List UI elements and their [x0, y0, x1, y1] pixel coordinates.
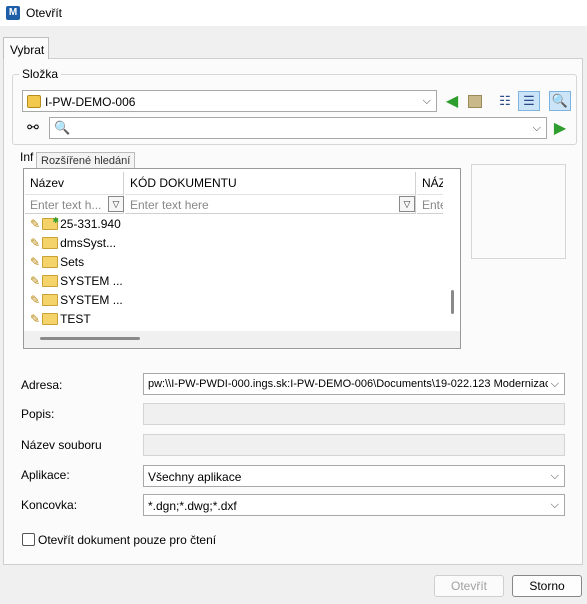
list-item-label: TEST: [60, 311, 91, 326]
filename-label: Název souboru: [21, 438, 102, 452]
filter-placeholder: Enter text h...: [30, 198, 102, 212]
list-item[interactable]: ✎ ✱ 25-331.940: [30, 214, 121, 233]
list-item-label: Sets: [60, 254, 85, 269]
pencil-icon: ✎: [30, 254, 41, 269]
folder-icon: [42, 312, 59, 325]
filter-placeholder: Enter text here: [130, 198, 209, 212]
filter-input-doc-code[interactable]: Enter text here: [125, 194, 416, 214]
preview-pane: [471, 164, 566, 259]
application-value: Všechny aplikace: [148, 470, 242, 484]
pencil-icon: ✎: [30, 235, 41, 250]
pencil-icon: ✎: [30, 273, 41, 288]
list-item[interactable]: ✎ SYSTEM ...: [30, 290, 123, 309]
back-green-arrow-icon[interactable]: ◀: [443, 92, 461, 110]
chevron-down-icon: ⌵: [422, 95, 431, 107]
extension-value: *.dgn;*.dwg;*.dxf: [148, 499, 237, 513]
window-title: Otevřít: [26, 6, 63, 20]
application-select[interactable]: Všechny aplikace ⌵: [143, 465, 565, 487]
pencil-icon: ✎: [30, 216, 41, 231]
folder-icon: [42, 293, 59, 306]
datasource-icon: [27, 95, 41, 108]
document-search-icon[interactable]: 🔍: [549, 91, 571, 111]
list-item-label: dmsSyst...: [60, 235, 117, 250]
address-select[interactable]: pw:\\I-PW-PWDI-000.ings.sk:I-PW-DEMO-006…: [143, 373, 565, 395]
address-value: pw:\\I-PW-PWDI-000.ings.sk:I-PW-DEMO-006…: [148, 378, 557, 390]
filter-placeholder: Ente: [422, 198, 443, 212]
description-label: Popis:: [21, 407, 55, 421]
column-header-doc-code[interactable]: KÓD DOKUMENTU: [125, 172, 416, 194]
chevron-down-icon: ⌵: [547, 378, 559, 391]
search-criteria-select[interactable]: 🔍 ⌵: [49, 117, 547, 139]
list-item[interactable]: ✎ SYSTEM ...: [30, 271, 123, 290]
list-item[interactable]: ✎ TEST: [30, 309, 91, 328]
folder-group-label: Složka: [19, 67, 62, 81]
extension-label: Koncovka:: [21, 498, 78, 512]
extension-select[interactable]: *.dgn;*.dwg;*.dxf ⌵: [143, 494, 565, 516]
info-group-label: Inf: [20, 150, 34, 164]
folder-up-icon[interactable]: [466, 92, 484, 110]
binoculars-icon[interactable]: ⚯: [24, 118, 42, 136]
horizontal-scrollbar[interactable]: [40, 337, 140, 340]
run-green-triangle-icon[interactable]: ▶: [551, 119, 569, 137]
folder-icon: [42, 274, 59, 287]
list-item-label: 25-331.940: [60, 216, 121, 231]
datasource-value: I-PW-DEMO-006: [45, 95, 136, 109]
readonly-label: Otevřít dokument pouze pro čtení: [38, 533, 217, 547]
list-item-label: SYSTEM ...: [60, 273, 123, 288]
filter-funnel-icon[interactable]: ▽: [108, 196, 124, 212]
readonly-checkbox[interactable]: [22, 533, 35, 546]
application-label: Aplikace:: [21, 468, 70, 482]
column-header-name[interactable]: Název: [25, 172, 124, 194]
open-button[interactable]: Otevřít: [434, 575, 504, 597]
list-item[interactable]: ✎ Sets: [30, 252, 84, 271]
folder-icon: [42, 255, 59, 268]
chevron-down-icon: ⌵: [547, 470, 559, 483]
column-header-title[interactable]: NÁZ: [417, 172, 443, 194]
vertical-scrollbar[interactable]: [451, 290, 454, 314]
folder-icon: [42, 236, 59, 249]
pencil-icon: ✎: [30, 292, 41, 307]
list-item-label: SYSTEM ...: [60, 292, 123, 307]
filter-input-title[interactable]: Ente: [417, 194, 443, 214]
chevron-down-icon: ⌵: [532, 122, 541, 134]
datasource-select[interactable]: I-PW-DEMO-006 ⌵: [22, 90, 437, 112]
search-document-icon: 🔍: [54, 120, 71, 135]
cancel-button[interactable]: Storno: [512, 575, 582, 597]
list-item[interactable]: ✎ dmsSyst...: [30, 233, 116, 252]
filename-field: [143, 434, 565, 456]
details-view-icon[interactable]: ☰: [518, 91, 540, 111]
list-view-icon[interactable]: ☷: [496, 92, 514, 110]
address-label: Adresa:: [21, 378, 63, 392]
special-folder-icon: ✱: [42, 216, 59, 230]
filter-funnel-icon[interactable]: ▽: [399, 196, 415, 212]
title-bar: [0, 0, 587, 26]
app-icon: M: [6, 6, 20, 20]
chevron-down-icon: ⌵: [547, 499, 559, 512]
description-field: [143, 403, 565, 425]
tab-vybrat[interactable]: Vybrat: [3, 37, 49, 59]
pencil-icon: ✎: [30, 311, 41, 326]
